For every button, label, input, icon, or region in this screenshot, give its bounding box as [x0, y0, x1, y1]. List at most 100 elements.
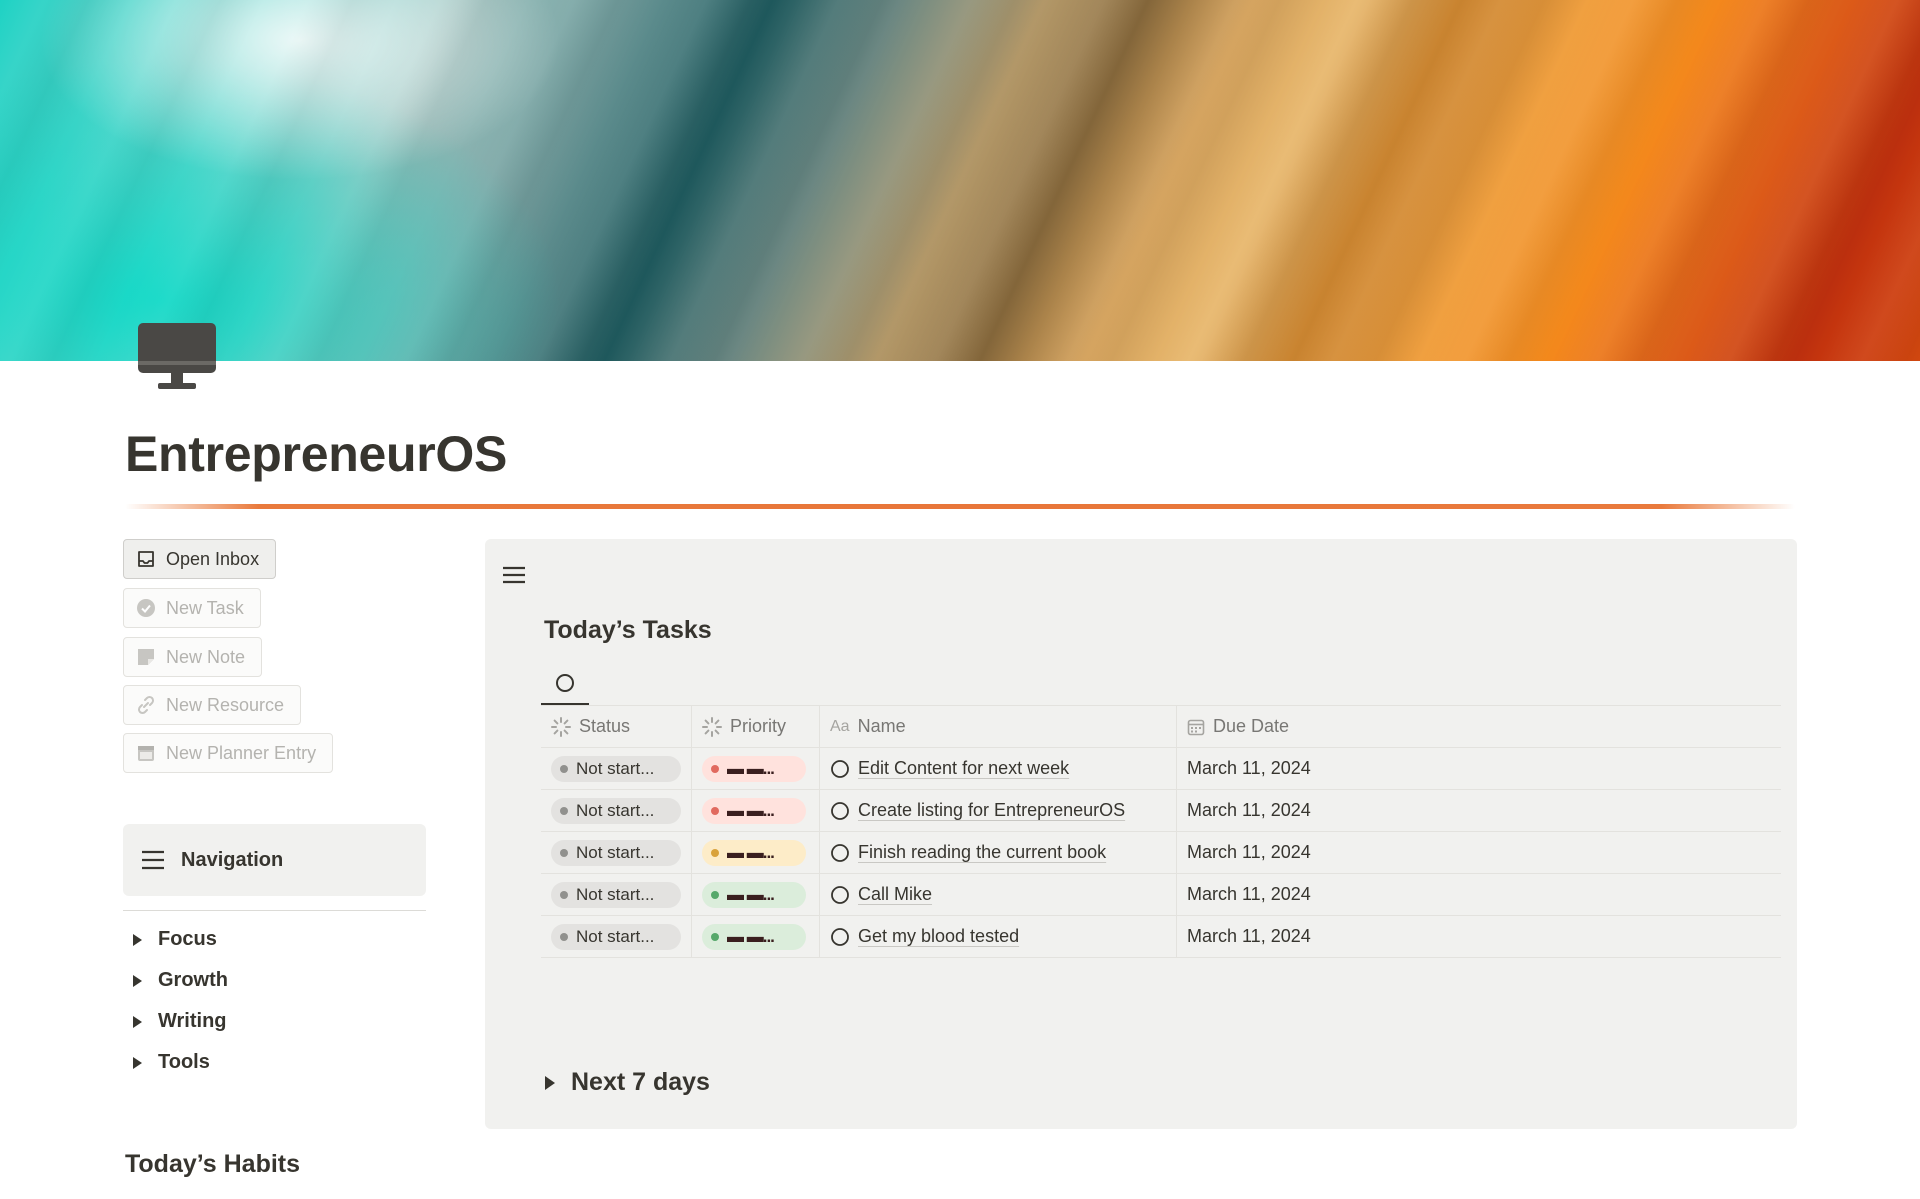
table-row[interactable]: Not start... ▬ ▬... Call Mike March 11, … — [541, 874, 1781, 916]
toggle-triangle-icon[interactable] — [133, 1056, 142, 1069]
hamburger-menu-icon — [142, 850, 164, 870]
priority-badge[interactable]: ▬ ▬... — [702, 755, 806, 782]
circle-icon — [831, 759, 849, 778]
column-label: Status — [579, 716, 631, 736]
nav-toggle-focus[interactable]: Focus — [133, 928, 217, 951]
priority-badge[interactable]: ▬ ▬... — [702, 839, 806, 866]
status-badge[interactable]: Not start... — [551, 755, 681, 782]
priority-badge[interactable]: ▬ ▬... — [702, 881, 806, 908]
column-header-name[interactable]: Aa Name — [820, 706, 1177, 747]
hamburger-menu-icon[interactable] — [502, 565, 526, 585]
status-badge[interactable]: Not start... — [551, 923, 681, 950]
due-date-text: March 11, 2024 — [1187, 842, 1311, 862]
column-label: Name — [857, 716, 906, 736]
status-badge[interactable]: Not start... — [551, 881, 681, 908]
tasks-panel: Today’s Tasks Status Priority Aa Name Du… — [485, 539, 1797, 1129]
nav-toggle-growth[interactable]: Growth — [133, 969, 228, 992]
toggle-triangle-icon[interactable] — [545, 1075, 555, 1090]
table-row[interactable]: Not start... ▬ ▬... Edit Content for nex… — [541, 748, 1781, 790]
sticky-note-icon — [138, 649, 154, 665]
column-label: Due Date — [1213, 716, 1290, 736]
toggle-triangle-icon[interactable] — [133, 974, 142, 987]
new-planner-entry-label: New Planner Entry — [166, 742, 317, 763]
desktop-computer-icon[interactable] — [138, 323, 216, 395]
status-spinner-icon — [551, 716, 571, 737]
nav-toggle-writing[interactable]: Writing — [133, 1010, 227, 1033]
link-icon — [137, 695, 155, 715]
column-header-priority[interactable]: Priority — [692, 706, 820, 747]
due-date-cell[interactable]: March 11, 2024 — [1177, 748, 1781, 789]
due-date-cell[interactable]: March 11, 2024 — [1177, 790, 1781, 831]
circle-icon — [831, 801, 849, 820]
toggle-triangle-icon[interactable] — [133, 933, 142, 946]
status-dot — [560, 890, 568, 899]
status-cell[interactable]: Not start... — [541, 832, 692, 873]
priority-cell[interactable]: ▬ ▬... — [692, 790, 820, 831]
task-name-link[interactable]: Finish reading the current book — [858, 842, 1106, 863]
table-row[interactable]: Not start... ▬ ▬... Get my blood tested … — [541, 916, 1781, 958]
status-text: Not start... — [576, 800, 655, 820]
status-badge[interactable]: Not start... — [551, 797, 681, 824]
new-task-button[interactable]: New Task — [123, 588, 261, 628]
name-cell[interactable]: Get my blood tested — [820, 916, 1177, 957]
task-name-link[interactable]: Edit Content for next week — [858, 758, 1069, 779]
priority-cell[interactable]: ▬ ▬... — [692, 916, 820, 957]
new-resource-button[interactable]: New Resource — [123, 685, 302, 725]
due-date-cell[interactable]: March 11, 2024 — [1177, 916, 1781, 957]
due-date-cell[interactable]: March 11, 2024 — [1177, 874, 1781, 915]
due-date-cell[interactable]: March 11, 2024 — [1177, 832, 1781, 873]
check-circle-icon — [137, 599, 155, 617]
view-tab-checkbox[interactable] — [541, 663, 589, 705]
priority-cell[interactable]: ▬ ▬... — [692, 874, 820, 915]
priority-badge[interactable]: ▬ ▬... — [702, 923, 806, 950]
status-spinner-icon — [702, 716, 722, 737]
task-name-link[interactable]: Create listing for EntrepreneurOS — [858, 800, 1125, 821]
priority-badge[interactable]: ▬ ▬... — [702, 797, 806, 824]
name-cell[interactable]: Call Mike — [820, 874, 1177, 915]
status-badge[interactable]: Not start... — [551, 839, 681, 866]
circle-icon — [831, 885, 849, 904]
column-header-due-date[interactable]: Due Date — [1177, 706, 1781, 747]
nav-toggle-tools[interactable]: Tools — [133, 1051, 210, 1074]
status-cell[interactable]: Not start... — [541, 748, 692, 789]
status-dot — [560, 932, 568, 941]
table-row[interactable]: Not start... ▬ ▬... Create listing for E… — [541, 790, 1781, 832]
priority-text: ▬ ▬... — [727, 842, 775, 862]
due-date-text: March 11, 2024 — [1187, 758, 1311, 778]
priority-dot — [711, 890, 719, 899]
table-row[interactable]: Not start... ▬ ▬... Finish reading the c… — [541, 832, 1781, 874]
name-cell[interactable]: Finish reading the current book — [820, 832, 1177, 873]
new-planner-entry-button[interactable]: New Planner Entry — [123, 733, 334, 773]
status-text: Not start... — [576, 842, 655, 862]
name-cell[interactable]: Edit Content for next week — [820, 748, 1177, 789]
status-dot — [560, 848, 568, 857]
open-inbox-button[interactable]: Open Inbox — [123, 539, 277, 579]
priority-cell[interactable]: ▬ ▬... — [692, 832, 820, 873]
priority-dot — [711, 806, 719, 815]
priority-dot — [711, 848, 719, 857]
nav-item-label: Writing — [158, 1010, 227, 1032]
status-cell[interactable]: Not start... — [541, 874, 692, 915]
page-title: EntrepreneurOS — [125, 426, 508, 482]
tasks-table: Status Priority Aa Name Due Date Not sta… — [541, 706, 1781, 958]
priority-dot — [711, 932, 719, 941]
column-header-status[interactable]: Status — [541, 706, 692, 747]
circle-icon — [831, 927, 849, 946]
new-note-button[interactable]: New Note — [123, 637, 263, 677]
next-7-days-label: Next 7 days — [571, 1068, 710, 1096]
title-divider — [125, 504, 1795, 509]
priority-text: ▬ ▬... — [727, 758, 775, 778]
calendar-icon — [138, 746, 154, 761]
calendar-icon — [1187, 719, 1205, 735]
status-cell[interactable]: Not start... — [541, 790, 692, 831]
next-7-days-toggle[interactable]: Next 7 days — [545, 1068, 710, 1097]
nav-item-label: Growth — [158, 969, 228, 991]
due-date-text: March 11, 2024 — [1187, 926, 1311, 946]
toggle-triangle-icon[interactable] — [133, 1015, 142, 1028]
task-name-link[interactable]: Call Mike — [858, 884, 932, 905]
task-name-link[interactable]: Get my blood tested — [858, 926, 1019, 947]
status-cell[interactable]: Not start... — [541, 916, 692, 957]
name-cell[interactable]: Create listing for EntrepreneurOS — [820, 790, 1177, 831]
priority-cell[interactable]: ▬ ▬... — [692, 748, 820, 789]
inbox-icon — [138, 551, 154, 567]
